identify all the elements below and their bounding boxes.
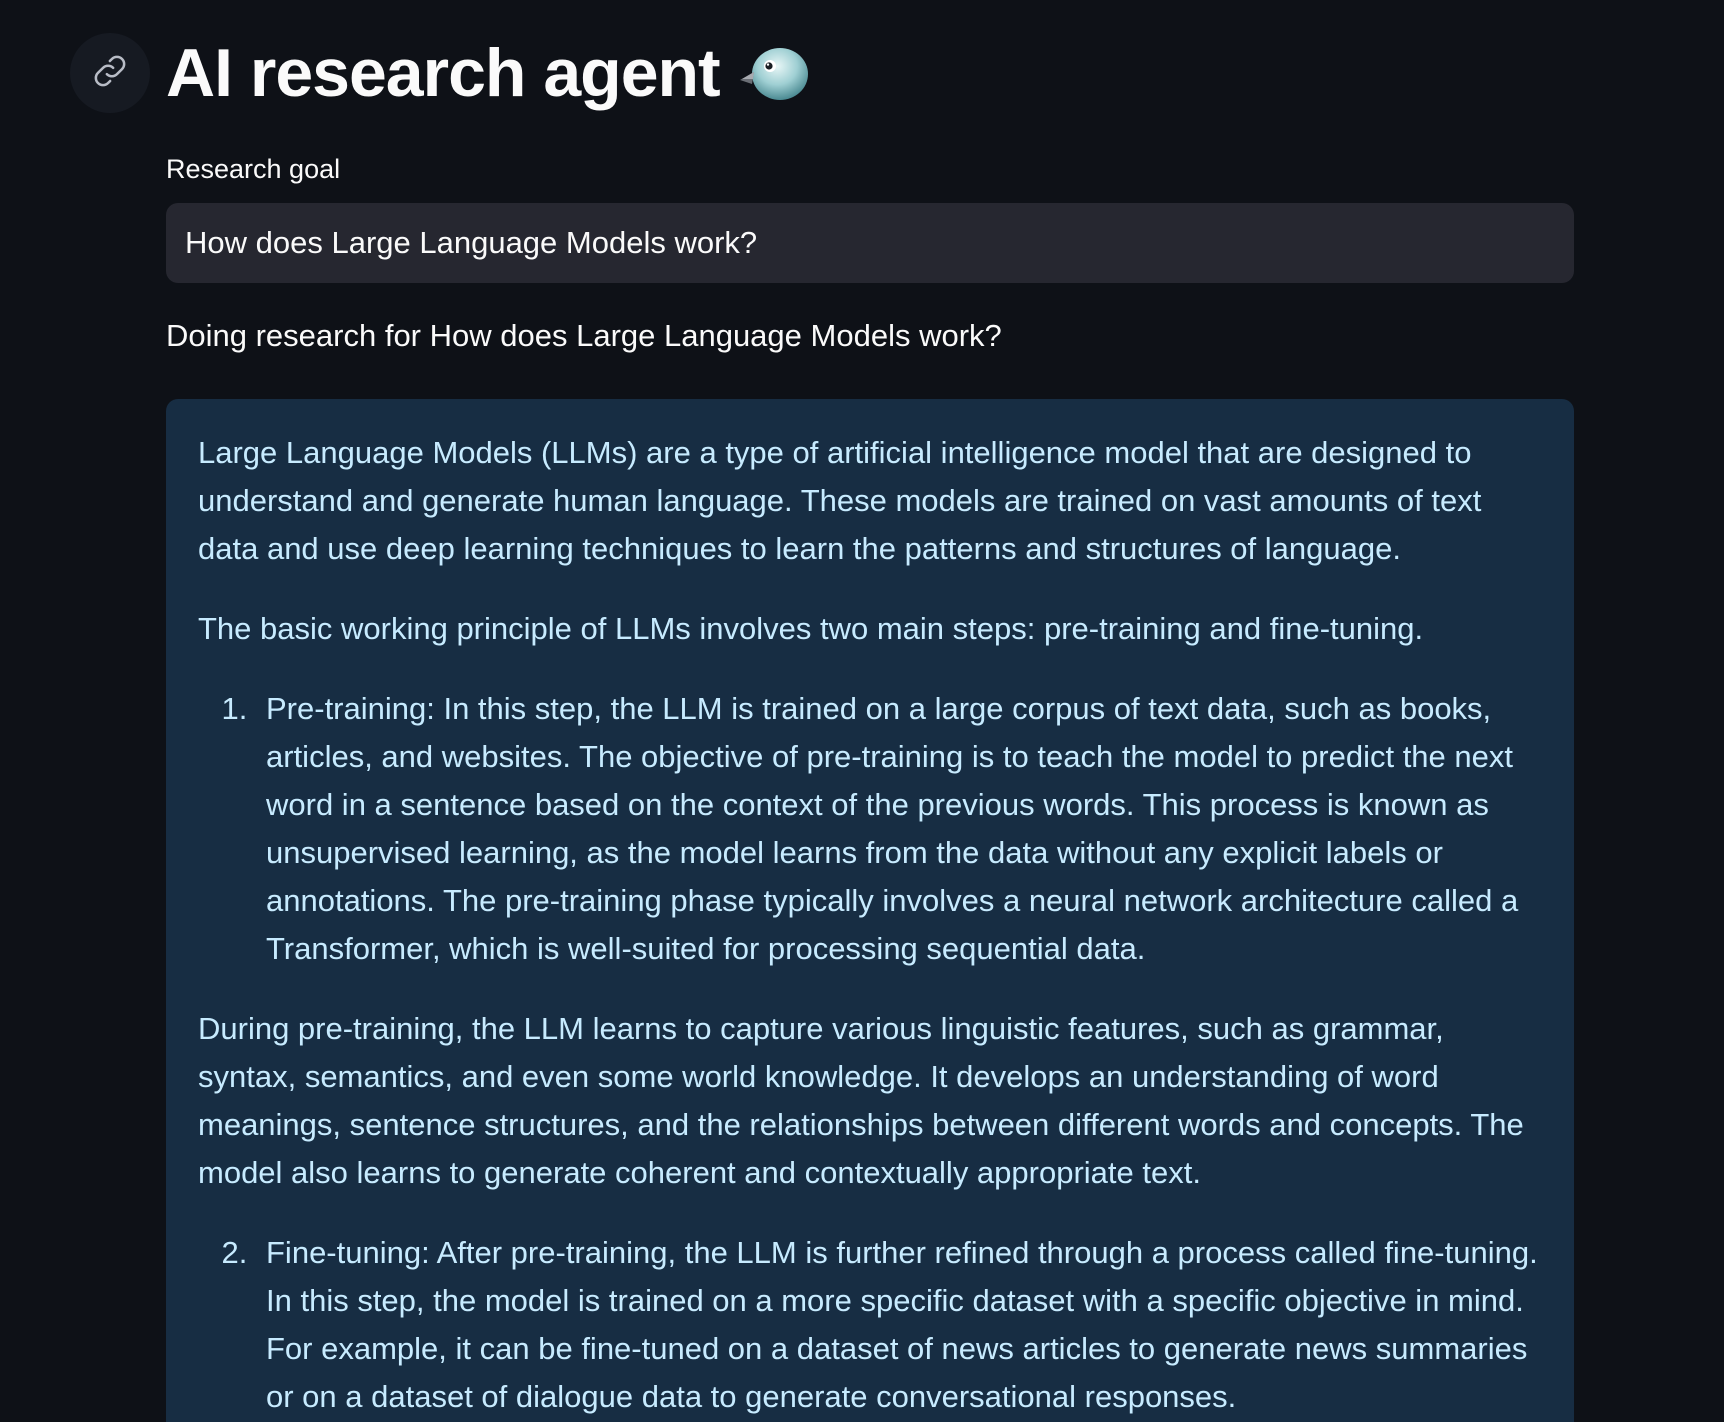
page-title: AI research agent xyxy=(166,35,721,111)
research-goal-label: Research goal xyxy=(166,154,341,184)
research-result-panel: Large Language Models (LLMs) are a type … xyxy=(166,399,1574,1422)
research-goal-input[interactable] xyxy=(166,203,1574,283)
title-row: AI research agent xyxy=(166,28,810,118)
result-intro-paragraph: Large Language Models (LLMs) are a type … xyxy=(198,435,1482,566)
result-steps-list-2: Fine-tuning: After pre-training, the LLM… xyxy=(198,1229,1540,1421)
link-icon xyxy=(91,52,129,95)
result-steps-list-1: Pre-training: In this step, the LLM is t… xyxy=(198,685,1540,973)
bird-icon xyxy=(738,42,810,104)
result-during-paragraph: During pre-training, the LLM learns to c… xyxy=(198,1011,1524,1190)
app-container: AI research agent Research goal How does… xyxy=(0,0,1724,1422)
result-step-finetuning: Fine-tuning: After pre-training, the LLM… xyxy=(256,1229,1540,1421)
result-principle-paragraph: The basic working principle of LLMs invo… xyxy=(198,611,1424,646)
header-anchor-link[interactable] xyxy=(70,33,150,113)
result-step-pretraining: Pre-training: In this step, the LLM is t… xyxy=(256,685,1540,973)
research-status-text: Doing research for How does Large Langua… xyxy=(166,318,1002,353)
